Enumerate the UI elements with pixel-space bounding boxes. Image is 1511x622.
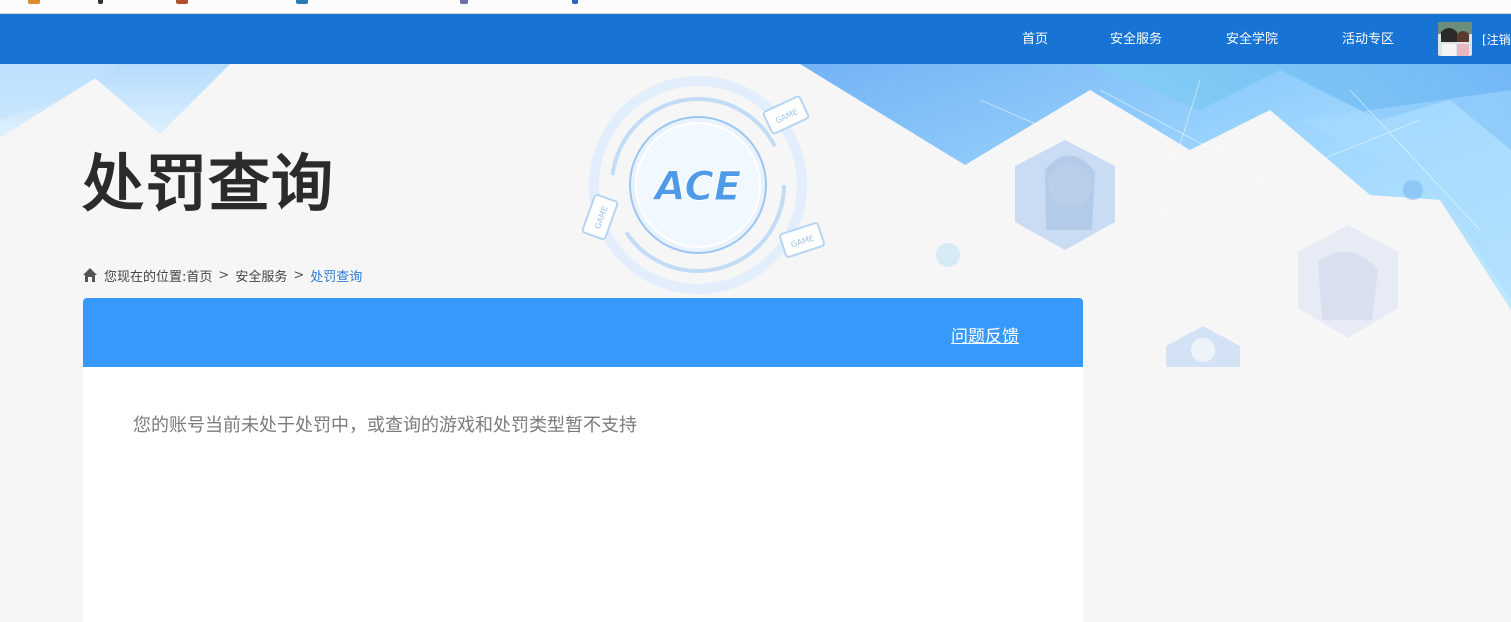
breadcrumb-prefix: 您现在的位置:: [104, 269, 187, 285]
bookmark-icon[interactable]: [460, 0, 468, 4]
bookmark-icon[interactable]: [98, 0, 103, 4]
breadcrumb-separator: >: [218, 267, 230, 283]
bookmark-icon[interactable]: [572, 0, 578, 4]
nav-security-academy[interactable]: 安全学院: [1226, 14, 1278, 64]
bookmark-icon[interactable]: [28, 0, 40, 4]
top-nav: 首页 安全服务 安全学院 活动专区 [注销: [0, 14, 1511, 64]
breadcrumb-home[interactable]: 首页: [186, 266, 212, 285]
breadcrumb-current: 处罚查询: [310, 269, 363, 285]
panel-header: [83, 298, 1083, 367]
nav-home[interactable]: 首页: [1022, 14, 1048, 64]
avatar[interactable]: [1438, 22, 1472, 56]
breadcrumb-security-service[interactable]: 安全服务: [235, 266, 287, 285]
bookmarks-bar: [0, 0, 1511, 14]
page-title: 处罚查询: [82, 147, 335, 220]
panel-body: [83, 367, 1083, 622]
home-icon: [82, 267, 98, 283]
breadcrumb: 您现在的位置: 首页 > 安全服务 > 处罚查询: [82, 266, 363, 285]
feedback-link[interactable]: 问题反馈: [951, 322, 1019, 347]
bookmark-icon[interactable]: [296, 0, 308, 4]
bookmark-icon[interactable]: [176, 0, 188, 4]
logout-link[interactable]: [注销: [1482, 14, 1511, 64]
nav-security-service[interactable]: 安全服务: [1110, 14, 1162, 64]
breadcrumb-separator: >: [293, 267, 305, 283]
ace-logo: ACE: [652, 164, 741, 210]
nav-activity-zone[interactable]: 活动专区: [1342, 14, 1394, 64]
result-message: 您的账号当前未处于处罚中，或查询的游戏和处罚类型暂不支持: [133, 415, 637, 436]
